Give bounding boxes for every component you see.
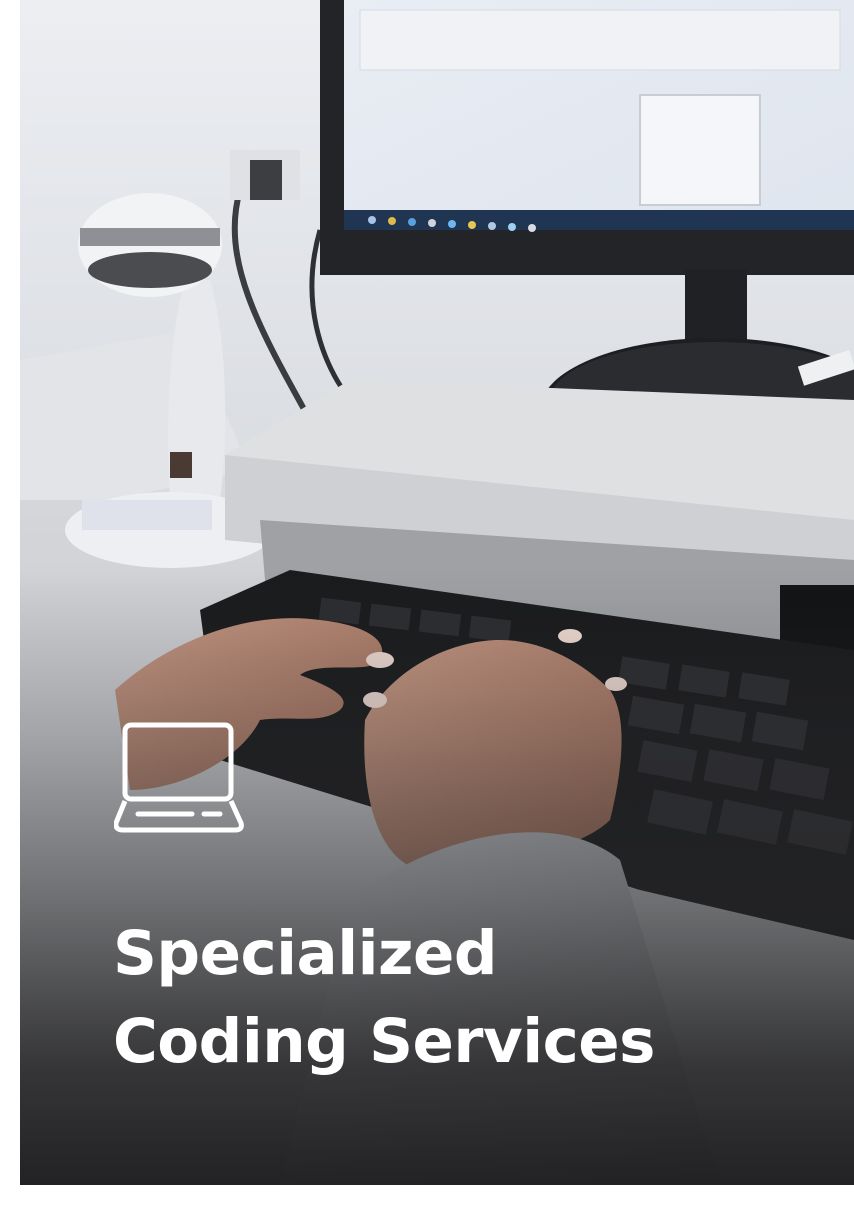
card-title-line-1: Specialized xyxy=(113,918,498,989)
card-title-line-2: Coding Services xyxy=(113,1006,655,1077)
laptop-icon xyxy=(114,722,244,833)
card-title: Specialized Coding Services xyxy=(113,910,655,1086)
page: Specialized Coding Services xyxy=(0,0,854,1213)
service-card[interactable]: Specialized Coding Services xyxy=(20,0,854,1185)
